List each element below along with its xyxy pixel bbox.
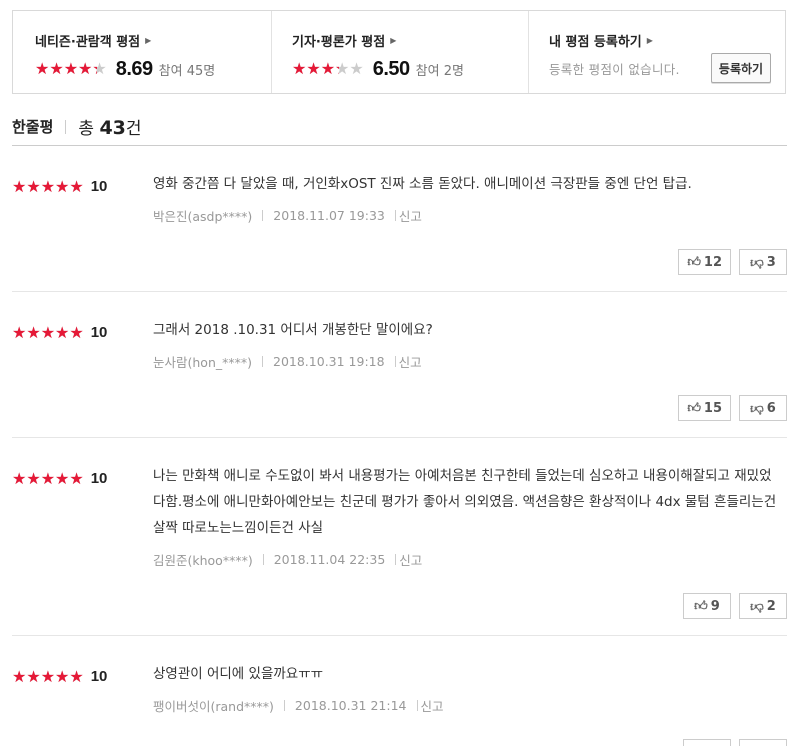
critic-rating-title[interactable]: 기자·평론가 평점 ▶	[292, 31, 528, 50]
review-author[interactable]: 팽이버섯이(rand****)	[153, 696, 274, 715]
divider	[65, 119, 67, 134]
netizen-rating: 네티즌·관람객 평점 ▶ ★★★★★★★★★★ 8.69 참여 45명	[13, 11, 271, 93]
critic-stars: ★★★★★★★★★★	[292, 59, 364, 78]
thumbs-down-icon: 👍︎	[750, 254, 764, 270]
report-link[interactable]: 신고	[421, 696, 444, 715]
review-item: ★★★★★ ★★★★★ 10 그래서 2018 .10.31 어디서 개봉한단 말…	[12, 292, 787, 438]
review-date: 2018.10.31 21:14	[294, 698, 407, 713]
review-date: 2018.11.04 22:35	[273, 552, 386, 567]
report-link[interactable]: 신고	[399, 206, 422, 225]
review-count: 한줄평 총 43건	[12, 114, 142, 139]
review-text: 영화 중간쯤 다 달았을 때, 거인화xOST 진짜 소름 돋았다. 애니메이션…	[153, 176, 692, 192]
divider	[262, 554, 264, 565]
like-button[interactable]: 👍︎ 9	[683, 593, 731, 619]
thumbs-down-icon: 👍︎	[750, 400, 764, 416]
review-date: 2018.11.07 19:33	[273, 208, 385, 223]
review-score: 10	[90, 470, 108, 487]
review-date: 2018.10.31 19:18	[273, 354, 385, 369]
like-button[interactable]: 👍︎ 12	[678, 249, 731, 275]
review-item: ★★★★★ ★★★★★ 10 영화 중간쯤 다 달았을 때, 거인화xOST 진짜…	[12, 146, 787, 292]
critic-rating: 기자·평론가 평점 ▶ ★★★★★★★★★★ 6.50 참여 2명	[271, 11, 528, 93]
review-stars: ★★★★★ ★★★★★	[12, 666, 84, 686]
review-text: 나는 만화책 애니로 수도없이 봐서 내용평가는 아예처음본 친구한테 들었는데…	[153, 468, 777, 536]
netizen-participants: 참여 45명	[158, 63, 216, 79]
review-list: ★★★★★ ★★★★★ 10 영화 중간쯤 다 달았을 때, 거인화xOST 진짜…	[12, 145, 787, 746]
review-score: 10	[90, 668, 108, 685]
review-stars: ★★★★★ ★★★★★	[12, 468, 84, 488]
thumbs-up-icon: 👍︎	[694, 598, 708, 614]
review-item: ★★★★★ ★★★★★ 10 나는 만화책 애니로 수도없이 봐서 내용평가는 아…	[12, 438, 787, 636]
rating-summary: 네티즌·관람객 평점 ▶ ★★★★★★★★★★ 8.69 참여 45명 기자·평…	[12, 10, 786, 94]
netizen-score: 8.69	[115, 57, 153, 80]
review-score: 10	[90, 324, 108, 341]
divider	[262, 210, 264, 221]
review-author[interactable]: 김원준(khoo****)	[153, 550, 253, 569]
divider	[283, 700, 285, 711]
review-text: 그래서 2018 .10.31 어디서 개봉한단 말이에요?	[153, 322, 433, 338]
my-rating-title[interactable]: 내 평점 등록하기 ▶	[549, 31, 785, 50]
review-section-label: 한줄평	[12, 118, 54, 136]
review-stars: ★★★★★ ★★★★★	[12, 176, 84, 196]
dislike-button[interactable]: 👍︎ 6	[739, 395, 787, 421]
dislike-button[interactable]: 👍︎2	[739, 593, 787, 619]
thumbs-up-icon: 👍︎	[687, 254, 701, 270]
like-button[interactable]: 👍︎8	[683, 739, 731, 746]
review-author[interactable]: 박은진(asdp****)	[153, 206, 252, 225]
like-button[interactable]: 👍︎ 15	[678, 395, 731, 421]
thumbs-up-icon: 👍︎	[687, 400, 701, 416]
caret-right-icon: ▶	[145, 36, 152, 45]
review-item: ★★★★★ ★★★★★ 10 상영관이 어디에 있을까요ㅠㅠ 팽이버섯이(rand…	[12, 636, 787, 746]
critic-score: 6.50	[372, 57, 410, 80]
dislike-button[interactable]: 👍︎2	[739, 739, 787, 746]
review-total: 총 43건	[78, 117, 142, 139]
netizen-stars: ★★★★★★★★★★	[35, 59, 107, 78]
review-score: 10	[90, 178, 108, 195]
dislike-button[interactable]: 👍︎ 3	[739, 249, 787, 275]
register-rating-button[interactable]: 등록하기	[711, 53, 771, 83]
caret-right-icon: ▶	[390, 36, 397, 45]
my-rating: 내 평점 등록하기 ▶ 등록한 평점이 없습니다. 등록하기	[528, 11, 785, 93]
review-stars: ★★★★★ ★★★★★	[12, 322, 84, 342]
review-text: 상영관이 어디에 있을까요ㅠㅠ	[153, 666, 324, 682]
divider	[394, 210, 396, 221]
divider	[262, 356, 263, 367]
review-author[interactable]: 눈사람(hon_****)	[153, 352, 252, 371]
netizen-rating-title[interactable]: 네티즌·관람객 평점 ▶	[35, 31, 271, 50]
critic-participants: 참여 2명	[415, 63, 464, 79]
divider	[394, 356, 396, 367]
thumbs-down-icon: 👍︎	[750, 598, 764, 614]
report-link[interactable]: 신고	[399, 550, 422, 569]
caret-right-icon: ▶	[646, 36, 653, 45]
divider	[395, 554, 397, 565]
report-link[interactable]: 신고	[399, 352, 422, 371]
divider	[416, 700, 418, 711]
